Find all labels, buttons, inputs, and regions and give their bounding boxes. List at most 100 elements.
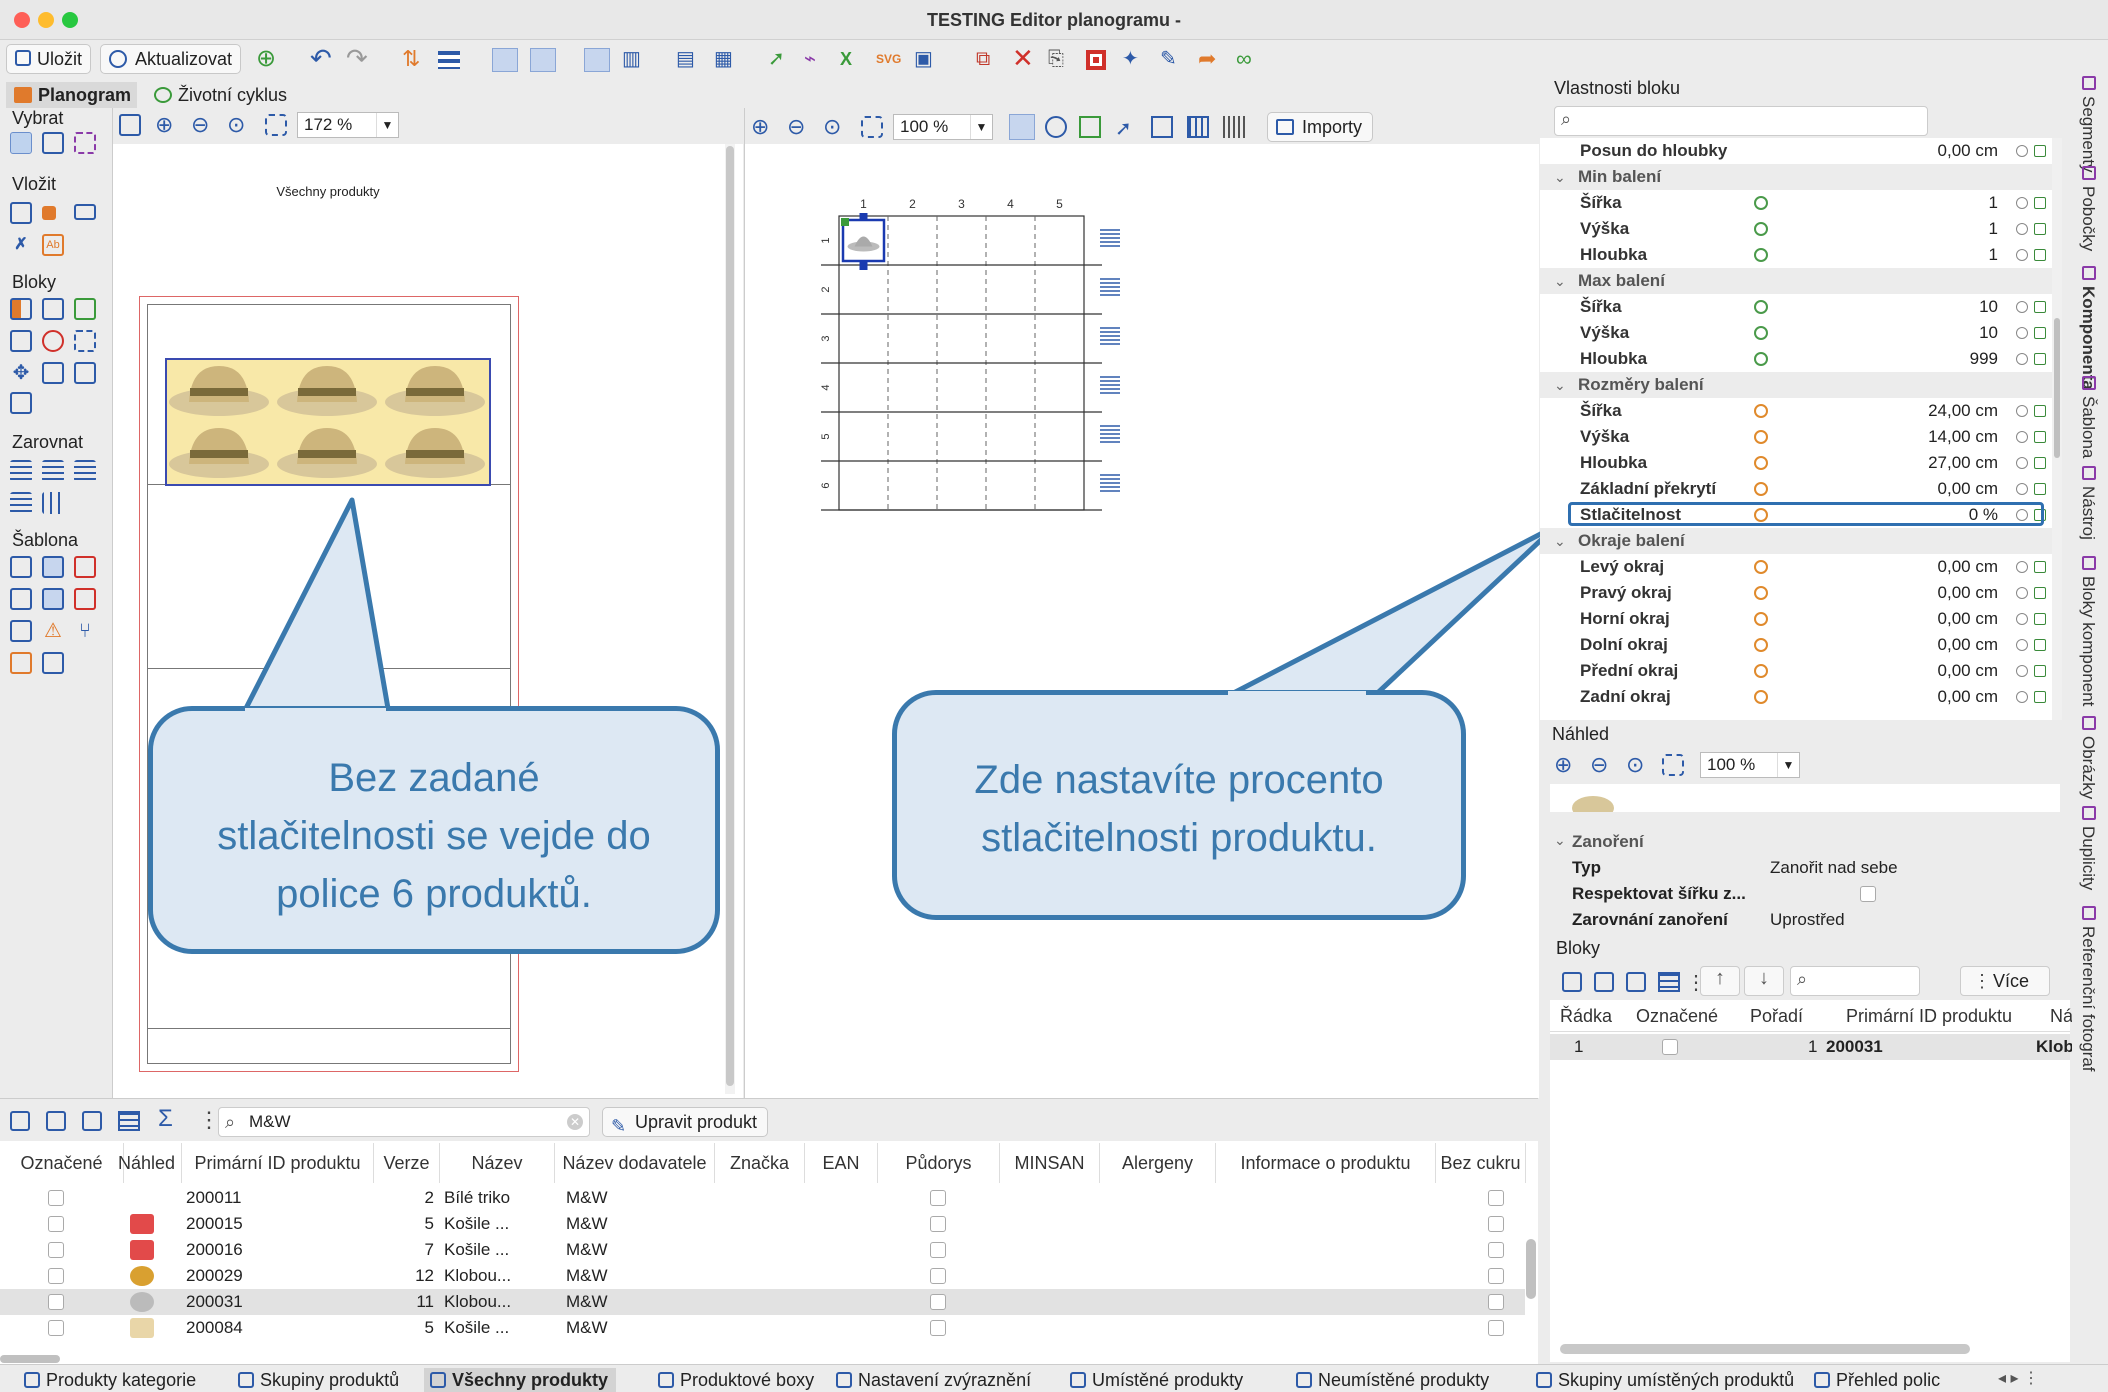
distribute-horizontal-icon[interactable] [42,492,64,514]
move-down-button[interactable]: ↓ [1744,966,1784,996]
reset-icon[interactable] [2016,405,2028,417]
kebab-menu-icon[interactable]: ⋮ [198,1107,220,1133]
apply-icon[interactable] [2034,457,2046,469]
blocks-col-name[interactable]: Ná [2050,1000,2073,1032]
view-mode-1-icon[interactable] [492,48,518,72]
apply-icon[interactable] [2034,639,2046,651]
view-option-5-icon[interactable] [1151,116,1173,138]
table-row[interactable]: 200084 5 Košile ... M&W [0,1315,1525,1341]
apply-icon[interactable] [2034,587,2046,599]
floorplan-checkbox[interactable] [930,1242,946,1258]
bottom-tab[interactable]: Neumístěné produkty [1290,1368,1497,1392]
side-tab[interactable]: Duplicity [2072,802,2108,902]
template-tool-9-icon[interactable]: ⑂ [74,620,96,642]
property-value[interactable]: 10 [1979,320,1998,346]
chevron-down-icon[interactable]: ⌄ [1554,268,1566,294]
tab-lifecycle[interactable]: Životní cyklus [146,82,293,108]
view-option-6-icon[interactable] [1187,116,1209,138]
blocks-col-row[interactable]: Řádka [1560,1000,1612,1032]
products-search-input[interactable]: ⌕ M&W ✕ [218,1107,590,1137]
floorplan-checkbox[interactable] [930,1294,946,1310]
products-h-scrollbar[interactable] [0,1355,60,1363]
table-row[interactable]: 200015 5 Košile ... M&W [0,1211,1525,1237]
blocks-select-all-icon[interactable] [1562,972,1582,992]
chevron-down-icon[interactable]: ⌄ [1554,164,1566,190]
sugar-free-checkbox[interactable] [1488,1320,1504,1336]
property-value[interactable]: 0,00 cm [1938,632,1998,658]
shelves-icon[interactable] [438,51,460,69]
property-group[interactable]: ⌄ Max balení [1540,268,2052,294]
floorplan-checkbox[interactable] [930,1190,946,1206]
block-row-checkbox[interactable] [1662,1039,1678,1055]
reset-icon[interactable] [2016,613,2028,625]
template-tool-4-icon[interactable] [10,588,32,610]
nesting-respect-checkbox[interactable] [1860,886,1876,902]
table-row[interactable]: 200029 12 Klobou... M&W [0,1263,1525,1289]
left-scrollbar-thumb[interactable] [726,146,734,1086]
table-row[interactable]: 200016 7 Košile ... M&W [0,1237,1525,1263]
insert-shelf-icon[interactable] [10,202,32,224]
products-column-header[interactable]: Označené [0,1143,124,1183]
tab-scroll-arrows[interactable]: ◂ ▸ ⋮ [1998,1368,2039,1388]
products-column-header[interactable]: Verze [374,1143,440,1183]
zoom-out-icon[interactable]: ⊖ [191,112,209,138]
reset-icon[interactable] [2016,665,2028,677]
preview-fit-icon[interactable] [1662,754,1684,776]
template-tool-3-icon[interactable] [74,556,96,578]
floorplan-checkbox[interactable] [930,1216,946,1232]
barcode-icon[interactable] [1223,116,1245,138]
zoom-in-icon[interactable]: ⊕ [155,112,173,138]
pointer-icon[interactable]: ➚ [768,48,794,72]
products-v-scrollbar[interactable] [1526,1239,1536,1299]
products-column-header[interactable]: Půdorys [878,1143,1000,1183]
delete-icon[interactable]: ✕ [1012,45,1038,72]
select-multiple-icon[interactable] [74,132,96,154]
template-tool-2-icon[interactable] [42,556,64,578]
book-icon[interactable]: ▤ [676,48,702,72]
view-option-1-icon[interactable] [1009,114,1035,140]
insert-product-icon[interactable] [42,206,56,220]
save-button[interactable]: Uložit [6,44,92,74]
property-value[interactable]: 1 [1989,216,1998,242]
reset-icon[interactable] [2016,145,2028,157]
row-checkbox[interactable] [48,1268,64,1284]
reset-icon[interactable] [2016,561,2028,573]
apply-icon[interactable] [2034,431,2046,443]
template-tool-6-icon[interactable] [74,588,96,610]
nesting-type-value[interactable]: Zanořit nad sebe [1770,858,1898,878]
apply-icon[interactable] [2034,301,2046,313]
property-value[interactable]: 0,00 cm [1938,138,1998,164]
imports-button[interactable]: Importy [1267,112,1374,142]
edit-icon[interactable]: ✎ [1160,48,1186,72]
reset-icon[interactable] [2016,197,2028,209]
property-group[interactable]: ⌄ Okraje balení [1540,528,2052,554]
grid-icon[interactable]: ▦ [714,48,740,72]
preview-zoom-select[interactable]: 100 % ▼ [1700,752,1800,778]
products-table-icon[interactable] [118,1111,140,1131]
block-tool-10-icon[interactable] [10,392,32,414]
svg-export-icon[interactable]: SVG [876,48,902,72]
reset-icon[interactable] [2016,353,2028,365]
template-tool-8-icon[interactable]: ⚠ [42,620,64,642]
products-column-header[interactable]: Primární ID produktu [182,1143,374,1183]
row-checkbox[interactable] [48,1320,64,1336]
template-tool-10-icon[interactable] [10,652,32,674]
property-value[interactable]: 14,00 cm [1928,424,1998,450]
refresh-button[interactable]: Aktualizovat [100,44,242,74]
property-value[interactable]: 1 [1989,242,1998,268]
row-checkbox[interactable] [48,1190,64,1206]
sugar-free-checkbox[interactable] [1488,1216,1504,1232]
apply-icon[interactable] [2034,327,2046,339]
property-value[interactable]: 27,00 cm [1928,450,1998,476]
apply-icon[interactable] [2034,483,2046,495]
bottom-tab[interactable]: Nastavení zvýraznění [830,1368,1039,1392]
stop-icon[interactable] [1086,50,1106,70]
redo-icon[interactable]: ↷ [346,45,372,72]
template-tool-7-icon[interactable] [10,620,32,642]
template-tool-5-icon[interactable] [42,588,64,610]
template-tool-11-icon[interactable] [42,652,64,674]
share-icon[interactable]: ➦ [1198,48,1224,72]
sugar-free-checkbox[interactable] [1488,1294,1504,1310]
tab-planogram[interactable]: Planogram [6,82,138,108]
bottom-tab[interactable]: Přehled polic [1808,1368,1948,1392]
